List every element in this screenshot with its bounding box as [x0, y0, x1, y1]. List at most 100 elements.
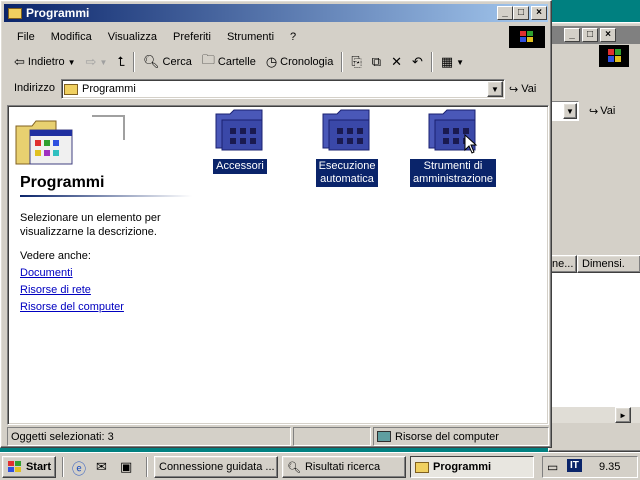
task-programmi[interactable]: Programmi: [410, 456, 534, 478]
folder-esecuzione-automatica[interactable]: Esecuzione automatica: [302, 108, 392, 187]
computer-icon: [377, 431, 391, 442]
menu-file[interactable]: File: [9, 31, 43, 43]
clock[interactable]: 9.35: [599, 461, 620, 473]
program-group-icon: [215, 109, 263, 151]
show-desktop-icon[interactable]: ▣: [120, 459, 132, 475]
history-icon: ◷: [265, 54, 278, 69]
folder-small-icon: [415, 461, 429, 473]
search-button[interactable]: 🔍︎ Cerca: [138, 51, 197, 73]
folders-button[interactable]: 🗀 Cartelle: [197, 51, 261, 73]
undo-icon: ↶: [411, 54, 423, 69]
windows-flag-icon: [8, 461, 21, 472]
folder-label: Accessori: [213, 159, 267, 174]
address-bar: Indirizzo Programmi ▼ ↪ Vai: [9, 78, 549, 100]
address-value: Programmi: [82, 83, 136, 95]
taskbar: Start ⓔ ✉ ▣ Connessione guidata ... 🔍︎ R…: [0, 452, 640, 480]
bg-maximize-button[interactable]: □: [582, 28, 598, 42]
bg-close-button[interactable]: ×: [600, 28, 616, 42]
bg-windows-logo: [599, 45, 629, 67]
toolbar-separator: [430, 52, 433, 72]
toolbar-separator: [341, 52, 344, 72]
link-documenti[interactable]: Documenti: [20, 267, 73, 279]
views-icon: ▦: [440, 54, 454, 69]
bg-go-button[interactable]: ↪ Vai: [589, 101, 615, 121]
status-location: Risorse del computer: [373, 427, 549, 446]
bg-address-combo[interactable]: ▼: [549, 101, 579, 121]
delete-icon: ✕: [391, 54, 402, 69]
task-connessione-guidata[interactable]: Connessione guidata ...: [154, 456, 278, 478]
address-label: Indirizzo: [14, 82, 55, 94]
link-risorse-del-computer[interactable]: Risorse del computer: [20, 301, 124, 313]
bg-horizontal-scrollbar[interactable]: ►: [549, 407, 640, 423]
folder-strumenti-di-amministrazione[interactable]: Strumenti di amministrazione: [408, 108, 498, 187]
bg-column-size[interactable]: Dimensi.: [577, 255, 640, 273]
back-dropdown-icon[interactable]: ▼: [68, 58, 76, 67]
menu-favorites[interactable]: Preferiti: [165, 31, 219, 43]
bg-minimize-button[interactable]: _: [564, 28, 580, 42]
content-area: Programmi Selezionare un elemento per vi…: [7, 105, 549, 425]
outlook-express-icon[interactable]: ✉: [96, 459, 107, 475]
folder-label: Strumenti di amministrazione: [409, 159, 497, 187]
bg-content: ne... Dimensi.: [549, 255, 640, 415]
menu-tools[interactable]: Strumenti: [219, 31, 282, 43]
views-dropdown-icon[interactable]: ▼: [456, 58, 464, 67]
bg-address-dropdown-icon[interactable]: ▼: [563, 103, 577, 119]
views-button[interactable]: ▦ ▼: [436, 51, 469, 73]
folder-accessori[interactable]: Accessori: [195, 108, 285, 174]
mouse-cursor-icon: [464, 133, 478, 157]
search-icon: 🔍︎: [143, 54, 160, 69]
status-selected-count: Oggetti selezionati: 3: [7, 427, 291, 446]
bg-column-headers: ne... Dimensi.: [549, 255, 640, 273]
windows-logo: [509, 26, 545, 48]
menu-view[interactable]: Visualizza: [100, 31, 165, 43]
link-risorse-di-rete[interactable]: Risorse di rete: [20, 284, 91, 296]
toolbar-separator: [133, 52, 136, 72]
back-button[interactable]: ⇦ Indietro ▼: [9, 51, 81, 73]
address-input[interactable]: Programmi ▼: [61, 79, 505, 99]
status-empty-cell: [293, 427, 371, 446]
background-window-titlebar[interactable]: _ □ ×: [552, 26, 640, 44]
back-arrow-icon: ⇦: [14, 54, 25, 69]
forward-arrow-icon: ⇨: [85, 54, 97, 69]
program-group-icon: [322, 109, 370, 151]
undo-button[interactable]: ↶: [407, 51, 428, 73]
programs-folder-large-icon: [14, 112, 129, 170]
internet-explorer-icon[interactable]: ⓔ: [72, 459, 86, 479]
forward-dropdown-icon[interactable]: ▼: [99, 58, 107, 67]
bg-column-name[interactable]: ne...: [549, 255, 577, 273]
copy-to-button[interactable]: ⧉: [367, 51, 386, 73]
go-arrow-icon: ↪: [509, 83, 519, 96]
start-button[interactable]: Start: [2, 456, 56, 478]
move-to-icon: ⎘: [351, 54, 362, 69]
close-button[interactable]: ×: [531, 6, 547, 20]
minimize-button[interactable]: _: [497, 6, 513, 20]
taskbar-divider: [146, 457, 148, 477]
system-tray: ▭ IT 9.35: [542, 456, 638, 478]
see-also-label: Vedere anche:: [20, 250, 91, 262]
history-button[interactable]: ◷ Cronologia: [261, 51, 339, 73]
scroll-right-icon[interactable]: ►: [615, 407, 631, 423]
network-icon[interactable]: ▭: [547, 460, 558, 474]
panel-description: Selezionare un elemento per visualizzarn…: [20, 212, 161, 238]
address-dropdown-icon[interactable]: ▼: [487, 81, 503, 97]
panel-title-rule: [20, 195, 192, 197]
background-window[interactable]: _ □ × ▼ ↪ Vai ne... Dimensi. ►: [548, 22, 640, 452]
task-risultati-ricerca[interactable]: 🔍︎ Risultati ricerca: [282, 456, 406, 478]
move-to-button[interactable]: ⎘: [346, 51, 366, 73]
folder-small-icon: [8, 7, 22, 19]
explorer-window: Programmi _ □ × File Modifica Visualizza…: [0, 0, 552, 448]
forward-button[interactable]: ⇨ ▼: [81, 51, 113, 73]
menu-help[interactable]: ?: [282, 31, 304, 43]
window-titlebar[interactable]: Programmi _ □ ×: [4, 4, 548, 22]
window-title: Programmi: [26, 6, 90, 20]
up-folder-button[interactable]: ⮤: [112, 51, 130, 73]
status-bar: Oggetti selezionati: 3 Risorse del compu…: [7, 427, 549, 446]
maximize-button[interactable]: □: [513, 6, 529, 20]
go-button[interactable]: ↪ Vai: [509, 80, 536, 98]
language-indicator[interactable]: IT: [567, 459, 582, 472]
delete-button[interactable]: ✕: [386, 51, 407, 73]
panel-title: Programmi: [20, 174, 105, 191]
menu-edit[interactable]: Modifica: [43, 31, 100, 43]
folder-small-icon: [64, 83, 78, 95]
folders-icon: 🗀: [201, 52, 215, 67]
